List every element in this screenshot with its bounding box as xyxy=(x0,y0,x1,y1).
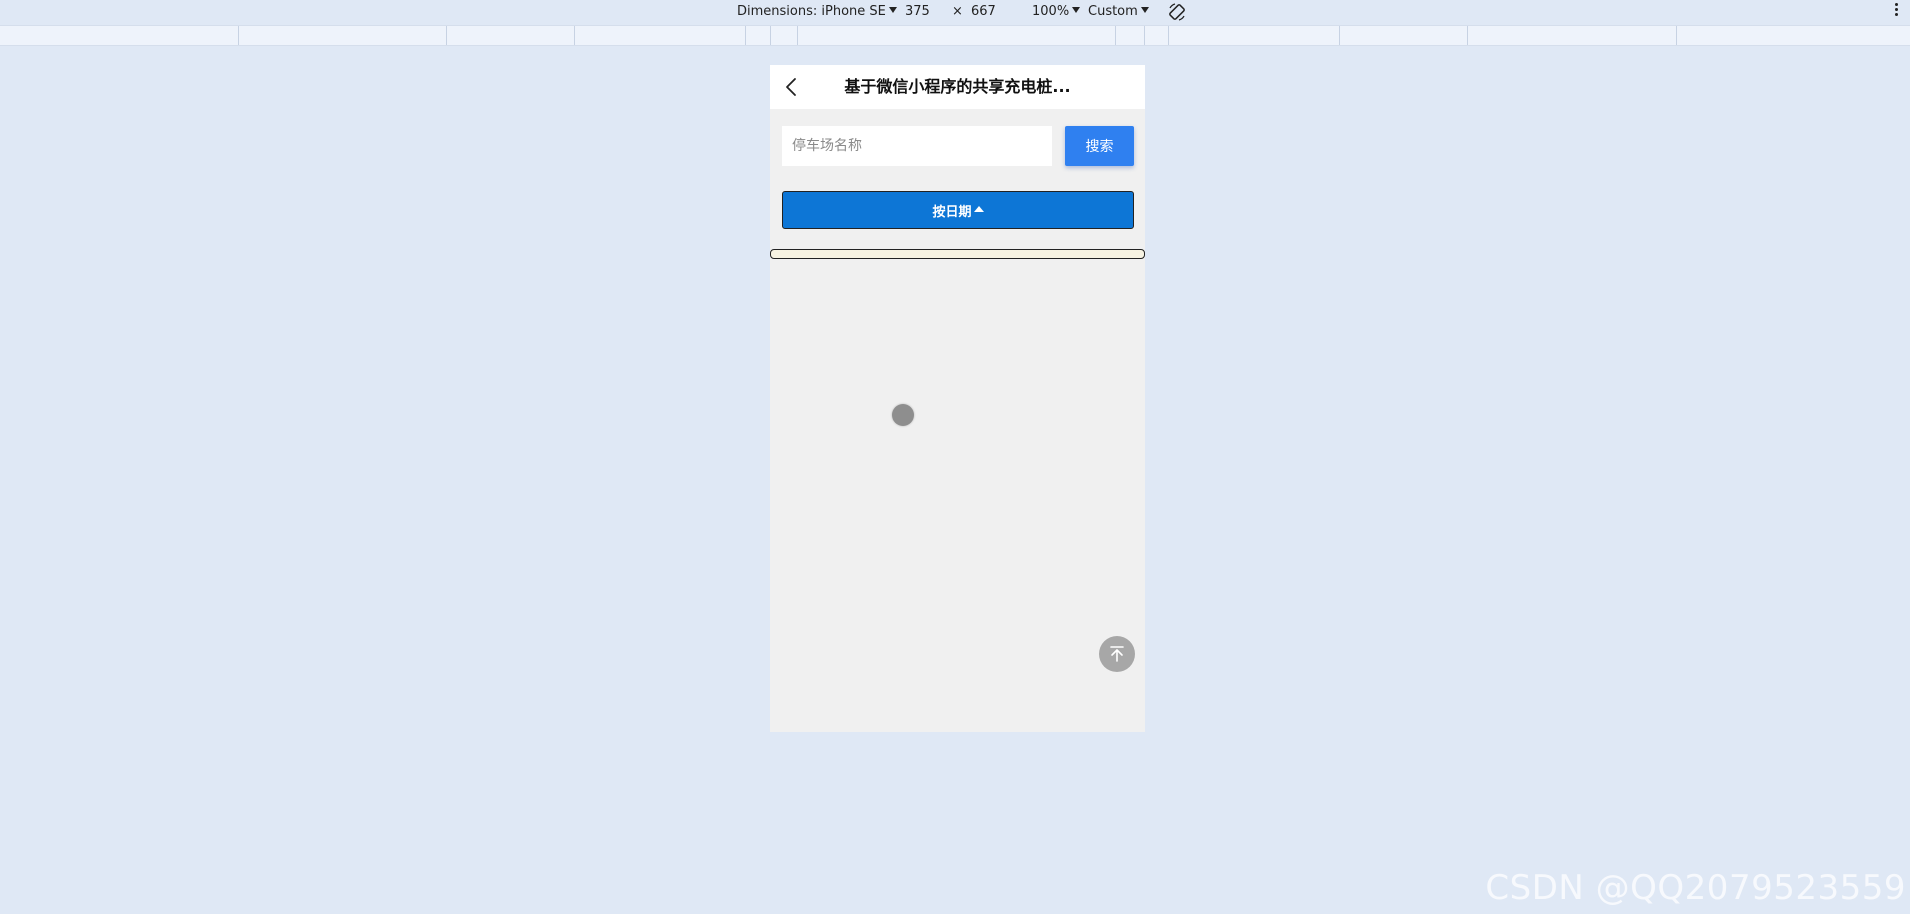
caret-down-icon xyxy=(1072,7,1081,13)
chevron-left-icon[interactable] xyxy=(780,75,804,99)
caret-down-icon xyxy=(1140,7,1149,13)
back-to-top-button[interactable] xyxy=(1099,636,1135,672)
search-input[interactable] xyxy=(782,126,1052,166)
results-list xyxy=(770,249,1145,259)
watermark: CSDN @QQ2079523559 xyxy=(1485,868,1906,908)
zoom-dropdown[interactable]: 100% xyxy=(1032,3,1081,21)
throttle-label: Custom xyxy=(1088,4,1138,19)
sort-by-date-button[interactable]: 按日期 xyxy=(782,191,1134,229)
sort-label: 按日期 xyxy=(932,204,972,220)
more-options-icon[interactable] xyxy=(1893,2,1899,20)
width-field[interactable]: 375 xyxy=(905,3,930,21)
device-toolbar: Dimensions: iPhone SE 375 × 667 100% Cus… xyxy=(0,0,1910,24)
triangle-up-icon xyxy=(973,205,984,212)
caret-down-icon xyxy=(888,7,897,13)
rotate-icon[interactable] xyxy=(1167,2,1187,22)
page-title: 基于微信小程序的共享充电桩... xyxy=(844,77,1071,96)
times-sign: × xyxy=(952,4,963,19)
dimensions-label: Dimensions: iPhone SE xyxy=(737,4,886,19)
height-field[interactable]: 667 xyxy=(971,3,996,21)
media-query-ruler xyxy=(0,25,1910,46)
zoom-label: 100% xyxy=(1032,4,1070,19)
device-viewport: 基于微信小程序的共享充电桩... 搜索 按日期 xyxy=(770,65,1145,732)
dimensions-dropdown[interactable]: Dimensions: iPhone SE xyxy=(737,3,897,21)
navigation-bar: 基于微信小程序的共享充电桩... xyxy=(770,65,1145,109)
search-button[interactable]: 搜索 xyxy=(1065,126,1134,166)
throttle-dropdown[interactable]: Custom xyxy=(1088,3,1149,21)
arrow-to-top-icon xyxy=(1110,646,1124,662)
loading-indicator xyxy=(892,404,914,426)
